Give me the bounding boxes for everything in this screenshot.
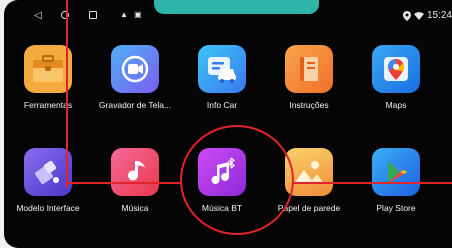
android-home-screen: ◁ ▲ ▣ 15:24 Ferramentas Gravador de Tela… bbox=[4, 0, 452, 248]
location-icon bbox=[402, 10, 411, 21]
screen-recorder-icon bbox=[111, 45, 159, 93]
app-gravador-de-tela[interactable]: Gravador de Tela... bbox=[91, 45, 179, 133]
wifi-icon bbox=[413, 12, 424, 20]
status-indicators: 15:24 bbox=[402, 10, 452, 21]
back-icon[interactable]: ◁ bbox=[34, 10, 42, 21]
app-musica[interactable]: Música bbox=[91, 148, 179, 236]
toolbox-icon bbox=[24, 45, 72, 93]
app-label: Info Car bbox=[206, 100, 238, 110]
app-label: Instruções bbox=[289, 100, 329, 110]
play-store-icon bbox=[372, 148, 420, 196]
annotation-horizontal-line-right bbox=[294, 182, 452, 184]
manual-book-icon bbox=[285, 45, 333, 93]
notification-icons: ▲ ▣ bbox=[120, 10, 144, 19]
status-bar: ◁ ▲ ▣ 15:24 bbox=[4, 8, 452, 28]
car-info-icon bbox=[198, 45, 246, 93]
recent-apps-icon[interactable] bbox=[89, 11, 97, 19]
app-label: Play Store bbox=[376, 203, 416, 213]
clock: 15:24 bbox=[426, 10, 452, 21]
app-info-car[interactable]: Info Car bbox=[178, 45, 266, 133]
annotation-horizontal-line-left bbox=[66, 182, 180, 184]
app-label: Ferramentas bbox=[23, 100, 73, 110]
interface-theme-icon bbox=[24, 148, 72, 196]
music-note-icon bbox=[111, 148, 159, 196]
app-play-store[interactable]: Play Store bbox=[352, 148, 440, 236]
app-instrucoes[interactable]: Instruções bbox=[265, 45, 353, 133]
app-label: Gravador de Tela... bbox=[98, 100, 172, 110]
annotation-vertical-line bbox=[66, 0, 68, 188]
app-label: Música bbox=[121, 203, 149, 213]
app-modelo-interface[interactable]: Modelo Interface bbox=[4, 148, 92, 236]
app-ferramentas[interactable]: Ferramentas bbox=[4, 45, 92, 133]
annotation-circle bbox=[180, 125, 294, 235]
app-label: Maps bbox=[385, 100, 407, 110]
app-maps[interactable]: Maps bbox=[352, 45, 440, 133]
maps-icon bbox=[372, 45, 420, 93]
app-label: Modelo Interface bbox=[16, 203, 80, 213]
